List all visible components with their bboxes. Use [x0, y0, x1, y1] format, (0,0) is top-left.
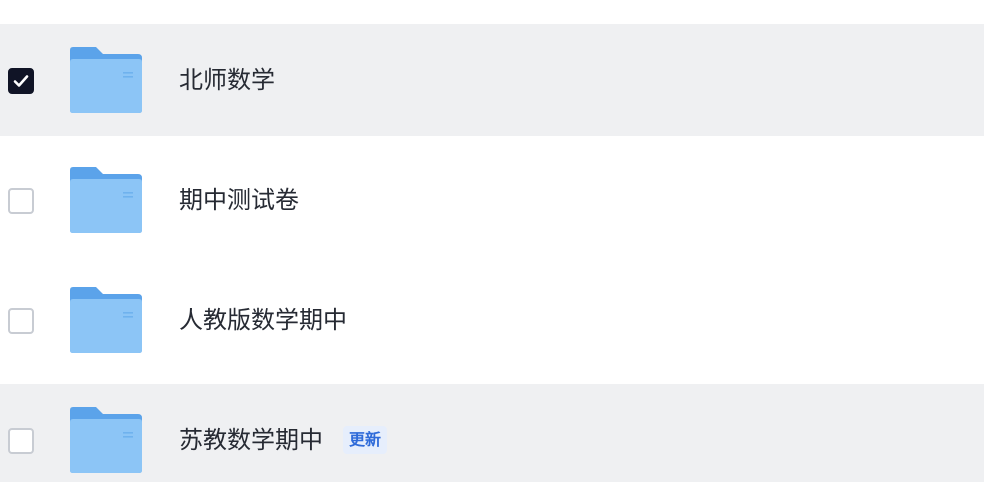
- folder-icon: [70, 47, 142, 113]
- folder-name[interactable]: 北师数学: [179, 64, 275, 96]
- list-item[interactable]: 期中测试卷: [0, 144, 984, 256]
- folder-icon: [70, 407, 142, 473]
- row-checkbox[interactable]: [8, 428, 34, 454]
- list-item[interactable]: 人教版数学期中: [0, 264, 984, 376]
- folder-icon: [70, 287, 142, 353]
- file-list: 北师数学 期中测试卷 人教版数学期中 苏教数学期中 更新: [0, 0, 984, 482]
- folder-name[interactable]: 苏教数学期中: [179, 424, 323, 456]
- list-item[interactable]: 北师数学: [0, 24, 984, 136]
- folder-name[interactable]: 期中测试卷: [179, 184, 299, 216]
- folder-name[interactable]: 人教版数学期中: [179, 304, 347, 336]
- list-item[interactable]: 苏教数学期中 更新: [0, 384, 984, 482]
- update-badge: 更新: [343, 426, 388, 454]
- row-checkbox[interactable]: [8, 308, 34, 334]
- row-checkbox[interactable]: [8, 188, 34, 214]
- checkmark-icon: [13, 75, 29, 87]
- folder-icon: [70, 167, 142, 233]
- row-checkbox[interactable]: [8, 68, 34, 94]
